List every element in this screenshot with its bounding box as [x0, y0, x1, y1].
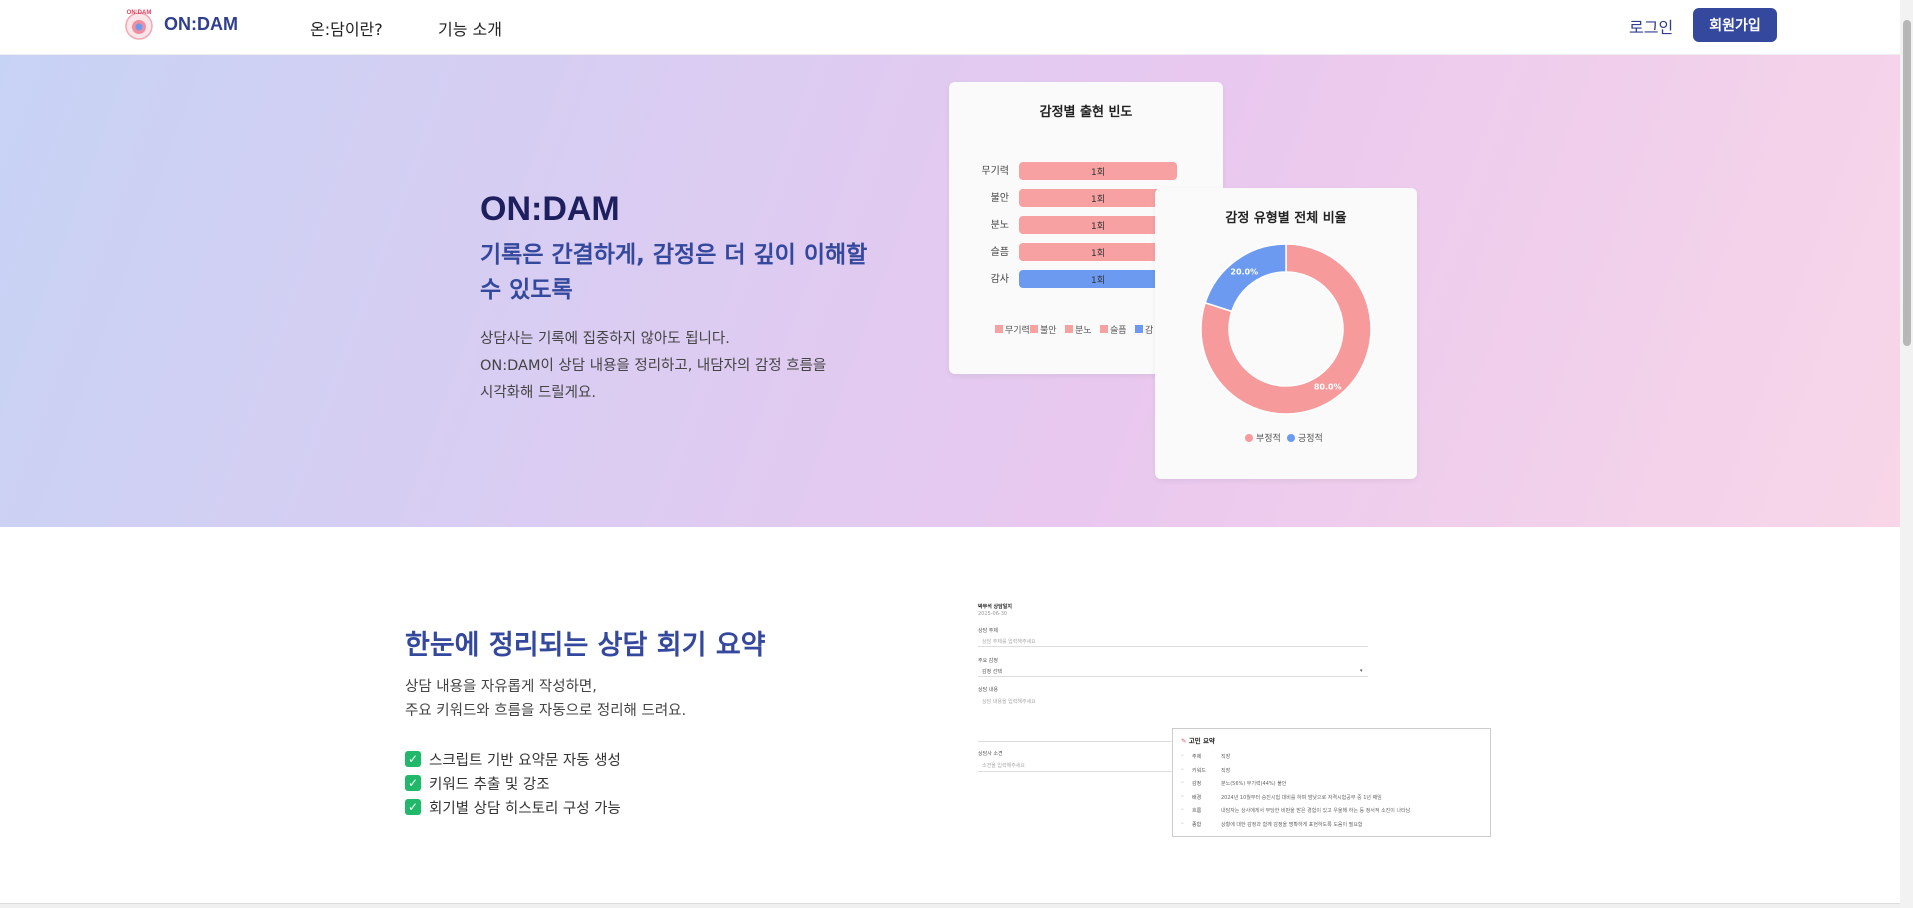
form-field-label: 상담 주제	[978, 628, 998, 634]
nav-link-about[interactable]: 온:담이란?	[310, 16, 383, 40]
summary-row-value: 직장	[1221, 767, 1231, 774]
chevron-down-icon: ▾	[1360, 668, 1363, 674]
bar-category-label: 무기력	[981, 165, 1009, 177]
summary-row-icon: ◦	[1181, 766, 1184, 773]
scrollbar-thumb[interactable]	[1903, 20, 1911, 346]
summary-row-icon: ◦	[1181, 807, 1184, 813]
donut-slice-label: 80.0%	[1314, 382, 1342, 391]
summary-row-value: 분노(56%) 무기력(44%) 불안	[1221, 781, 1287, 787]
bar-value-label: 1회	[1091, 194, 1105, 205]
summary-row-key: 흐름	[1192, 808, 1202, 814]
hero-section: ON:DAM 기록은 간결하게, 감정은 더 깊이 이해할 수 있도록 상담사는…	[0, 55, 1900, 527]
legend-label: 불안	[1040, 325, 1057, 336]
feature-check-label: 키워드 추출 및 강조	[429, 776, 550, 793]
legend-swatch	[1030, 325, 1038, 333]
form-field-placeholder: 소견을 입력해주세요	[982, 763, 1025, 769]
bar-value-label: 1회	[1091, 275, 1105, 286]
summary-panel: ✎ 고민 요약 ◦ 주제 직장 ◦ 키워드 직장 ◦ 감정 분노(56%) 무기력(44%) 불…	[1172, 728, 1491, 837]
summary-row-value: 내담자는 상사에게서 부당한 비판을 받은 경험이 있고 우울해 하는 등 정서…	[1221, 808, 1411, 814]
form-field-label: 주요 감정	[978, 658, 998, 664]
legend-label: 감	[1145, 324, 1153, 336]
legend-swatch	[995, 325, 1003, 333]
summary-row-icon: ◦	[1181, 820, 1184, 827]
hero-desc-line: 시각화해 드릴게요.	[480, 385, 596, 401]
legend-swatch	[1287, 434, 1295, 442]
legend-label: 긍정적	[1298, 432, 1323, 444]
brand-name: ON:DAM	[164, 13, 238, 34]
feature-check-item: ✓ 키워드 추출 및 강조	[405, 771, 621, 795]
donut-slice-label: 20.0%	[1230, 268, 1258, 277]
summary-row-key: 키워드	[1192, 767, 1206, 774]
bar-category-label: 불안	[991, 192, 1009, 204]
donut-slice	[1204, 243, 1287, 313]
legend-label: 무기력	[1005, 324, 1030, 336]
legend-label: 슬픔	[1110, 325, 1127, 336]
summary-row-value: 직장	[1221, 754, 1231, 760]
bar-category-label: 분노	[991, 219, 1009, 231]
legend-swatch	[1065, 325, 1073, 333]
feature-check-label: 스크립트 기반 요약문 자동 생성	[429, 752, 621, 769]
hero-desc-line: ON:DAM이 상담 내용을 정리하고, 내담자의 감정 흐름을	[480, 358, 827, 374]
bar-category-label: 감사	[991, 273, 1009, 285]
summary-desc-line: 상담 내용을 자유롭게 작성하면,	[405, 679, 597, 695]
form-field-label: 상담사 소견	[978, 751, 1003, 757]
summary-panel-title: ✎ 고민 요약	[1181, 735, 1215, 745]
feature-check-label: 회기별 상담 히스토리 구성 가능	[429, 800, 621, 817]
bar-category-label: 슬픔	[991, 246, 1009, 258]
form-divider	[978, 646, 1368, 647]
emotion-ratio-card: 감정 유형별 전체 비율 80.0% 20.0% 부정적 긍정적	[1155, 188, 1417, 479]
feature-check-item: ✓ 스크립트 기반 요약문 자동 생성	[405, 747, 621, 771]
summary-row-key: 종합	[1192, 821, 1202, 828]
logo-small-text: ON:DAM	[127, 10, 152, 16]
hero-desc-line: 상담사는 기록에 집중하지 않아도 됩니다.	[480, 331, 730, 347]
summary-row-key: 주제	[1192, 754, 1202, 760]
hero-description: 상담사는 기록에 집중하지 않아도 됩니다. ON:DAM이 상담 내용을 정리…	[480, 326, 900, 407]
signup-button[interactable]: 회원가입	[1693, 8, 1777, 42]
vertical-scrollbar[interactable]	[1900, 0, 1913, 908]
logo[interactable]: ON:DAM ON:DAM	[122, 7, 238, 41]
summary-section-title: 한눈에 정리되는 상담 회기 요약	[405, 630, 766, 661]
form-field-value: 감정 선택	[982, 669, 1002, 675]
feature-check-list: ✓ 스크립트 기반 요약문 자동 생성 ✓ 키워드 추출 및 강조 ✓ 회기별 …	[405, 747, 621, 819]
summary-row-value: 2024년 10월부터 승진시험 대비를 하며 밤낮으로 자격시험공부 중 1년…	[1221, 794, 1382, 801]
horizontal-scrollbar[interactable]	[0, 903, 1900, 908]
bar-value-label: 1회	[1091, 248, 1105, 259]
nav-link-features[interactable]: 기능 소개	[438, 16, 502, 40]
pencil-icon: ✎	[1181, 737, 1187, 745]
summary-row-icon: ◦	[1181, 793, 1184, 800]
form-field-label: 상담 내용	[978, 687, 998, 693]
legend-label: 부정적	[1256, 432, 1281, 444]
feature-check-item: ✓ 회기별 상담 히스토리 구성 가능	[405, 795, 621, 819]
summary-title-text: 고민 요약	[1188, 737, 1215, 745]
checkmark-icon: ✓	[405, 799, 421, 815]
form-field-placeholder: 상담 주제를 입력해주세요	[982, 639, 1036, 645]
form-divider	[978, 676, 1368, 677]
donut-chart: 80.0% 20.0% 부정적 긍정적	[1200, 243, 1372, 444]
hero-subtitle: 기록은 간결하게, 감정은 더 깊이 이해할 수 있도록	[480, 242, 868, 303]
form-preview-header: 박무석 상담일지	[978, 604, 1012, 610]
legend-swatch	[1135, 325, 1143, 333]
summary-row-key: 배경	[1192, 794, 1202, 801]
form-field-placeholder: 상담 내용을 입력해주세요	[982, 699, 1036, 705]
form-preview-date: 2025-06-30	[978, 611, 1008, 617]
login-link[interactable]: 로그인	[1629, 14, 1673, 38]
legend-swatch	[1245, 434, 1253, 442]
legend-label: 분노	[1075, 325, 1092, 336]
summary-row-icon: ◦	[1181, 780, 1184, 786]
summary-row-icon: ◦	[1181, 753, 1184, 759]
logo-icon: ON:DAM	[122, 7, 156, 41]
summary-row-value: 상황에 대한 감정과 함께 감정을 명확하게 표현하도록 도움이 필요함	[1221, 821, 1363, 828]
bar-value-label: 1회	[1091, 221, 1105, 232]
checkmark-icon: ✓	[405, 751, 421, 767]
hero-title: ON:DAM	[480, 190, 620, 228]
bar-value-label: 1회	[1091, 167, 1105, 178]
checkmark-icon: ✓	[405, 775, 421, 791]
top-navbar: ON:DAM ON:DAM 온:담이란? 기능 소개 로그인 회원가입	[0, 0, 1900, 55]
legend-swatch	[1100, 325, 1108, 333]
summary-section-description: 상담 내용을 자유롭게 작성하면, 주요 키워드와 흐름을 자동으로 정리해 드…	[405, 675, 825, 723]
summary-row-key: 감정	[1192, 781, 1202, 787]
summary-desc-line: 주요 키워드와 흐름을 자동으로 정리해 드려요.	[405, 703, 687, 719]
